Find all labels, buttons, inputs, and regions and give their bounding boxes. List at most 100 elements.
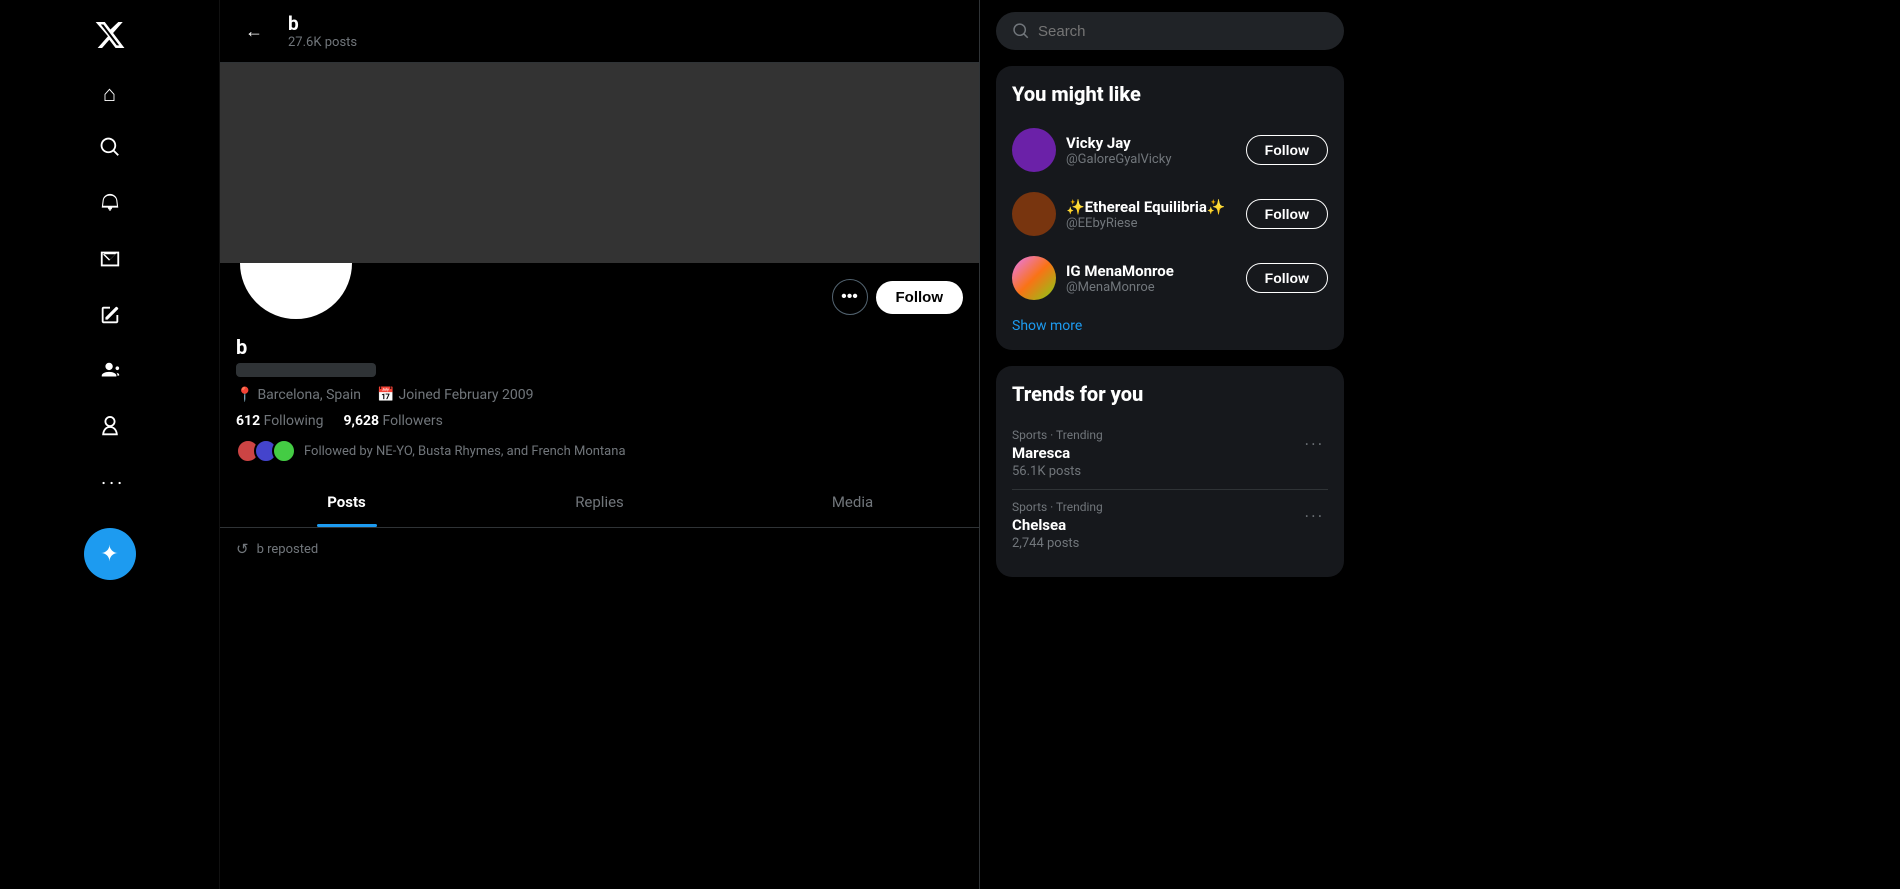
explore-icon — [99, 136, 121, 164]
x-logo[interactable] — [85, 10, 135, 60]
suggestion-avatar-2 — [1012, 256, 1056, 300]
header-profile-name: b — [288, 12, 357, 35]
profile-tabs: Posts Replies Media — [220, 477, 979, 528]
repost-icon: ↺ — [236, 540, 249, 558]
suggestion-handle-0: @GaloreGyalVicky — [1066, 152, 1236, 167]
suggestion-item-2: IG MenaMonroe @MenaMonroe Follow — [1012, 246, 1328, 310]
sidebar-item-notifications[interactable] — [84, 180, 136, 232]
trend-more-button-0[interactable] — [1296, 428, 1328, 460]
main-content: ← b 27.6K posts ••• Follow b 📍 Barcelona… — [220, 0, 980, 889]
trend-more-button-1[interactable] — [1296, 500, 1328, 532]
sidebar-nav: ⌂ — [0, 68, 219, 580]
following-count: 612 — [236, 413, 260, 429]
trend-content-0: Sports · Trending Maresca 56.1K posts — [1012, 428, 1103, 479]
sidebar-item-communities[interactable] — [84, 348, 136, 400]
people-icon — [99, 360, 121, 388]
tab-posts[interactable]: Posts — [220, 477, 473, 527]
followed-by-row: Followed by NE-YO, Busta Rhymes, and Fre… — [236, 439, 963, 463]
search-bar[interactable] — [996, 12, 1344, 50]
suggestion-info-0: Vicky Jay @GaloreGyalVicky — [1066, 134, 1236, 167]
suggestion-item-0: Vicky Jay @GaloreGyalVicky Follow — [1012, 118, 1328, 182]
you-might-like-card: You might like Vicky Jay @GaloreGyalVick… — [996, 66, 1344, 350]
follow-button-ethereal[interactable]: Follow — [1246, 199, 1328, 229]
show-more-link[interactable]: Show more — [1012, 310, 1082, 334]
trends-card: Trends for you Sports · Trending Maresca… — [996, 366, 1344, 577]
profile-display-name: b — [236, 335, 963, 359]
followed-by-text: Followed by NE-YO, Busta Rhymes, and Fre… — [304, 444, 626, 459]
search-icon — [1012, 22, 1030, 40]
profile-banner — [220, 63, 979, 263]
trend-ellipsis-icon-0 — [1303, 435, 1321, 453]
trends-title: Trends for you — [1012, 382, 1328, 406]
back-arrow-icon: ← — [245, 21, 263, 42]
suggestion-item-1: ✨Ethereal Equilibria✨ @EEbyRiese Follow — [1012, 182, 1328, 246]
repost-text: b reposted — [257, 542, 319, 557]
home-icon: ⌂ — [103, 81, 116, 107]
trend-content-1: Sports · Trending Chelsea 2,744 posts — [1012, 500, 1103, 551]
header-info: b 27.6K posts — [288, 12, 357, 50]
sidebar-item-messages[interactable] — [84, 236, 136, 288]
profile-joined: Joined February 2009 — [398, 387, 533, 403]
person-icon — [99, 416, 121, 444]
more-options-button[interactable]: ••• — [832, 279, 868, 315]
action-buttons: ••• Follow — [832, 279, 964, 323]
trend-meta-0: Sports · Trending — [1012, 428, 1103, 442]
profile-location: Barcelona, Spain — [257, 387, 361, 403]
trend-meta-1: Sports · Trending — [1012, 500, 1103, 514]
trend-item-0: Sports · Trending Maresca 56.1K posts — [1012, 418, 1328, 489]
x-icon — [94, 19, 126, 51]
suggestion-avatar-0 — [1012, 128, 1056, 172]
right-sidebar: You might like Vicky Jay @GaloreGyalVick… — [980, 0, 1360, 889]
sidebar-item-compose[interactable] — [84, 292, 136, 344]
following-stat[interactable]: 612 Following — [236, 413, 323, 429]
trend-name-1: Chelsea — [1012, 516, 1103, 534]
follow-button-mena[interactable]: Follow — [1246, 263, 1328, 293]
location-item: 📍 Barcelona, Spain — [236, 387, 361, 403]
sidebar-item-home[interactable]: ⌂ — [84, 68, 136, 120]
follow-button-vicky[interactable]: Follow — [1246, 135, 1328, 165]
trend-ellipsis-icon-1 — [1303, 507, 1321, 525]
trend-name-0: Maresca — [1012, 444, 1103, 462]
ellipsis-icon: ••• — [841, 288, 858, 306]
mail-icon — [99, 248, 121, 276]
you-might-like-title: You might like — [1012, 82, 1328, 106]
create-post-button[interactable]: ✦ — [84, 528, 136, 580]
back-button[interactable]: ← — [236, 13, 272, 49]
follow-button[interactable]: Follow — [876, 281, 964, 314]
follower-avatar-3 — [272, 439, 296, 463]
profile-page-header: ← b 27.6K posts — [220, 0, 979, 63]
sidebar-item-explore[interactable] — [84, 124, 136, 176]
following-label: Following — [264, 413, 324, 429]
profile-stats: 612 Following 9,628 Followers — [236, 413, 963, 429]
plus-icon: ✦ — [100, 542, 118, 567]
suggestion-handle-1: @EEbyRiese — [1066, 216, 1236, 231]
profile-meta: 📍 Barcelona, Spain 📅 Joined February 200… — [236, 387, 963, 403]
suggestion-name-1: ✨Ethereal Equilibria✨ — [1066, 198, 1236, 216]
profile-body: ••• Follow b 📍 Barcelona, Spain 📅 Joined… — [220, 263, 979, 477]
trend-count-1: 2,744 posts — [1012, 536, 1103, 551]
followers-stat[interactable]: 9,628 Followers — [343, 413, 442, 429]
followers-count: 9,628 — [343, 413, 379, 429]
profile-handle-placeholder — [236, 363, 376, 377]
followers-label: Followers — [383, 413, 443, 429]
sidebar: ⌂ — [0, 0, 220, 889]
tab-replies[interactable]: Replies — [473, 477, 726, 527]
joined-item: 📅 Joined February 2009 — [377, 387, 533, 403]
compose-icon — [99, 304, 121, 332]
bell-icon — [99, 192, 121, 220]
calendar-icon: 📅 — [377, 387, 394, 403]
more-icon — [99, 472, 121, 500]
trend-count-0: 56.1K posts — [1012, 464, 1103, 479]
header-post-count: 27.6K posts — [288, 35, 357, 50]
suggestion-avatar-1 — [1012, 192, 1056, 236]
location-icon: 📍 — [236, 387, 253, 403]
tab-media[interactable]: Media — [726, 477, 979, 527]
suggestion-name-0: Vicky Jay — [1066, 134, 1236, 152]
sidebar-item-more[interactable] — [84, 460, 136, 512]
sidebar-item-profile[interactable] — [84, 404, 136, 456]
suggestion-info-1: ✨Ethereal Equilibria✨ @EEbyRiese — [1066, 198, 1236, 231]
search-input[interactable] — [1038, 23, 1328, 40]
suggestion-info-2: IG MenaMonroe @MenaMonroe — [1066, 262, 1236, 295]
follower-avatars — [236, 439, 296, 463]
trend-item-1: Sports · Trending Chelsea 2,744 posts — [1012, 489, 1328, 561]
